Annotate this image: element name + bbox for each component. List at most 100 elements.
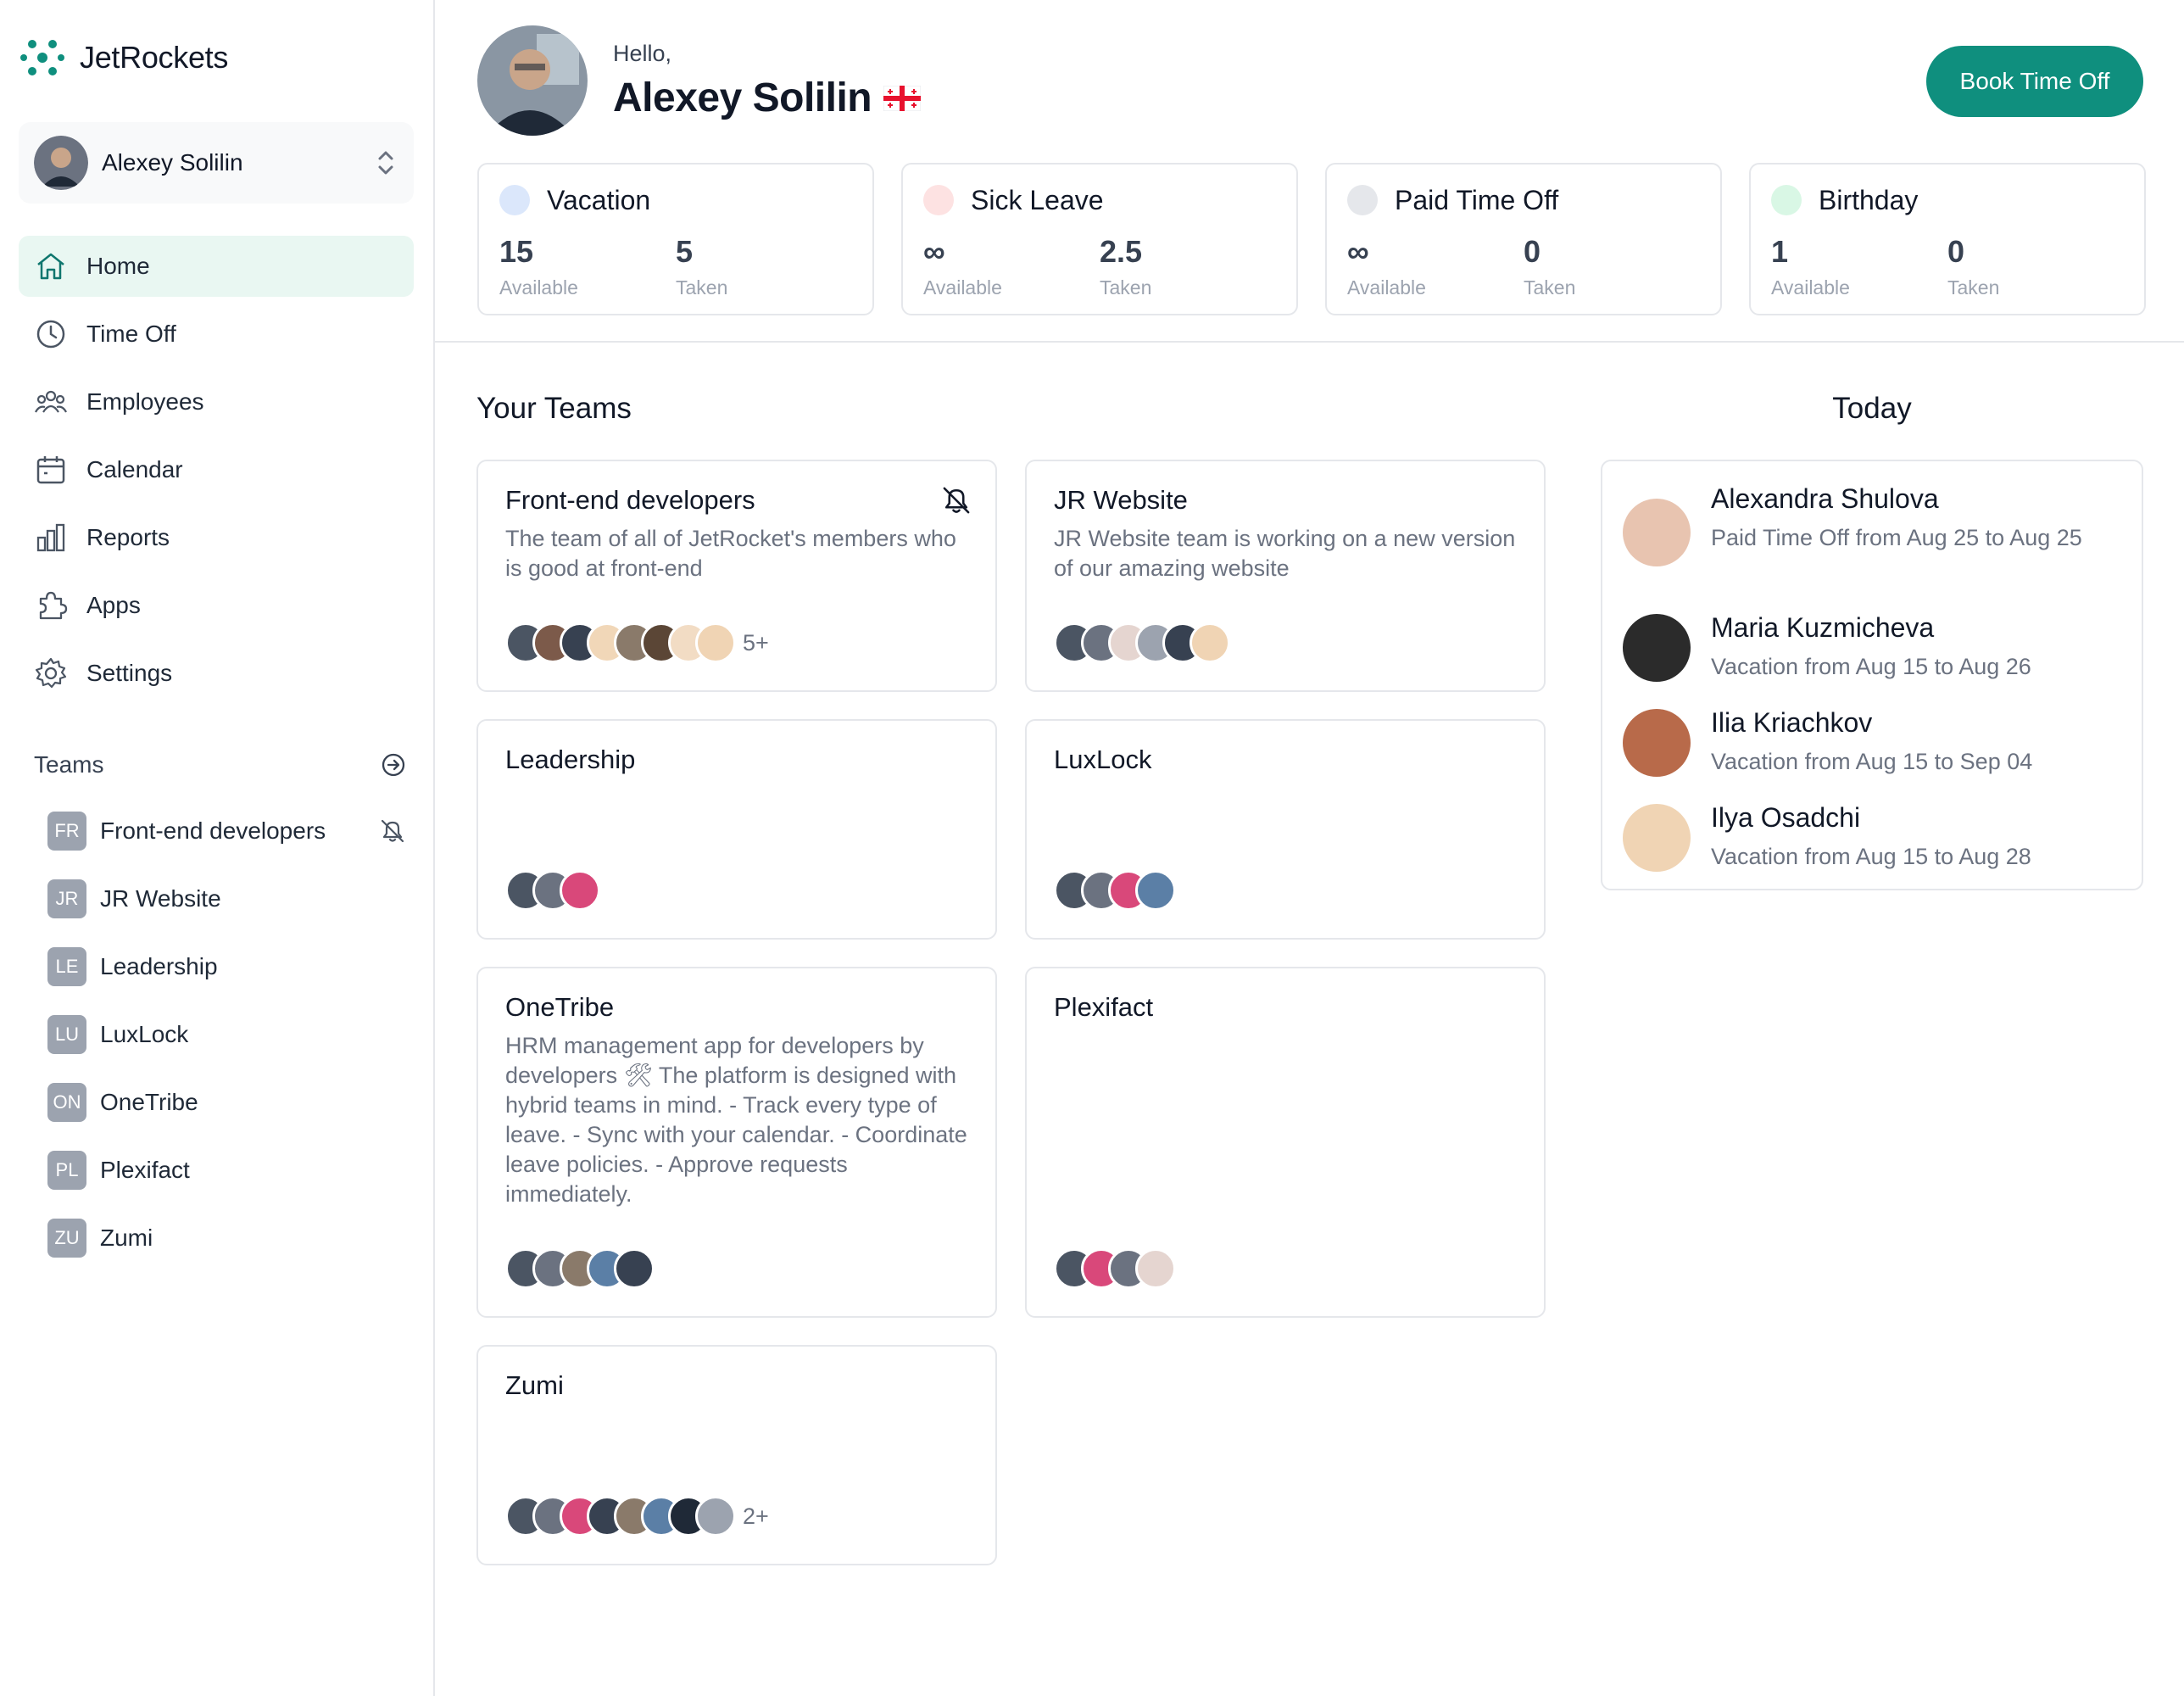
stat-taken-label: Taken [1524, 276, 1576, 298]
team-card-onetribe[interactable]: OneTribe HRM management app for develope… [476, 967, 997, 1318]
team-badge: ON [47, 1083, 86, 1122]
member-avatar[interactable] [695, 622, 736, 663]
person-name: Ilya Osadchi [1711, 802, 1861, 833]
stat-title: Birthday [1819, 185, 1919, 215]
team-card-front-end-developers[interactable]: Front-end developers The team of all of … [476, 460, 997, 692]
member-avatar[interactable] [614, 1248, 655, 1289]
stat-taken-value: 0 [1947, 234, 1965, 269]
team-name: Plexifact [100, 1157, 190, 1183]
stat-available-label: Available [1771, 276, 1850, 298]
bar-chart-icon [36, 523, 65, 552]
nav-item-home[interactable]: Home [19, 236, 414, 297]
person-time-off-detail: Vacation from Aug 15 to Sep 04 [1711, 749, 2033, 774]
member-avatars [1054, 1248, 1176, 1289]
person-time-off-detail: Paid Time Off from Aug 25 to Aug 25 [1711, 525, 2082, 550]
team-card-plexifact[interactable]: Plexifact [1025, 967, 1546, 1318]
member-avatar[interactable] [1135, 1248, 1176, 1289]
nav-item-reports[interactable]: Reports [19, 507, 414, 568]
nav-item-apps[interactable]: Apps [19, 575, 414, 636]
calendar-icon [36, 456, 65, 484]
team-name: Zumi [100, 1225, 153, 1251]
main-nav: Home Time Off Employees Calendar Reports… [19, 236, 414, 711]
member-avatar[interactable] [695, 1496, 736, 1537]
more-members-count: 5+ [743, 629, 769, 656]
stat-taken-label: Taken [1100, 276, 1152, 298]
stat-taken-value: 5 [676, 234, 694, 269]
stat-card-paid-time-off[interactable]: Paid Time Off ∞ 0 Available Taken [1325, 163, 1722, 315]
member-avatars: 5+ [505, 622, 769, 663]
stat-card-birthday[interactable]: Birthday 1 0 Available Taken [1749, 163, 2146, 315]
bell-off-icon[interactable] [939, 483, 973, 517]
stat-card-vacation[interactable]: Vacation 15 5 Available Taken [477, 163, 874, 315]
member-avatars [505, 1248, 655, 1289]
stat-title: Paid Time Off [1395, 185, 1559, 215]
sidebar-team-plexifact[interactable]: PL Plexifact [34, 1136, 407, 1204]
sidebar-team-leadership[interactable]: LE Leadership [34, 933, 407, 1001]
member-avatars [1054, 870, 1176, 911]
nav-item-time-off[interactable]: Time Off [19, 304, 414, 365]
stat-title: Sick Leave [971, 185, 1104, 215]
stat-available-label: Available [923, 276, 1002, 298]
brand-logo[interactable]: JetRockets [19, 34, 228, 81]
member-avatars: 2+ [505, 1496, 769, 1537]
stat-taken-value: 2.5 [1100, 234, 1143, 269]
user-full-name: Alexey Solilin [613, 75, 872, 120]
team-card-title: Zumi [505, 1370, 564, 1400]
arrow-circle-right-icon[interactable] [380, 751, 407, 778]
avatar [34, 136, 88, 190]
person-name: Alexandra Shulova [1711, 483, 1939, 514]
team-card-leadership[interactable]: Leadership [476, 719, 997, 940]
users-icon [35, 390, 67, 413]
person-time-off-detail: Vacation from Aug 15 to Aug 26 [1711, 654, 2031, 679]
avatar[interactable] [477, 25, 588, 136]
team-card-title: JR Website [1054, 485, 1188, 515]
team-card-title: Leadership [505, 745, 636, 774]
person-name: Ilia Kriachkov [1711, 707, 1873, 738]
team-badge: LU [47, 1015, 86, 1054]
avatar [1623, 709, 1691, 777]
nav-item-employees[interactable]: Employees [19, 371, 414, 432]
puzzle-icon [39, 591, 68, 620]
avatar [1623, 614, 1691, 682]
today-heading: Today [1832, 392, 1912, 425]
avatar [1623, 804, 1691, 872]
book-time-off-button[interactable]: Book Time Off [1926, 46, 2143, 117]
stat-taken-value: 0 [1524, 234, 1541, 269]
your-teams-heading: Your Teams [476, 392, 632, 425]
georgia-flag-icon [883, 85, 922, 111]
stat-available-value: 1 [1771, 234, 1789, 269]
stat-taken-label: Taken [676, 276, 728, 298]
page-header: Hello, Alexey Solilin Book Time Off Vaca… [435, 0, 2184, 343]
team-card-description: JR Website team is working on a new vers… [1054, 526, 1516, 581]
team-card-jr-website[interactable]: JR Website JR Website team is working on… [1025, 460, 1546, 692]
stat-available-label: Available [1347, 276, 1426, 298]
stat-available-value: ∞ [923, 234, 945, 269]
team-card-title: OneTribe [505, 992, 615, 1022]
sidebar-team-jr-website[interactable]: JR JR Website [34, 865, 407, 933]
stat-card-sick-leave[interactable]: Sick Leave ∞ 2.5 Available Taken [901, 163, 1298, 315]
today-panel: Alexandra Shulova Paid Time Off from Aug… [1601, 460, 2143, 890]
team-card-zumi[interactable]: Zumi 2+ [476, 1345, 997, 1565]
team-name: JR Website [100, 885, 221, 912]
team-card-luxlock[interactable]: LuxLock [1025, 719, 1546, 940]
team-card-title: Plexifact [1054, 992, 1154, 1022]
member-avatar[interactable] [1190, 622, 1230, 663]
team-name: Leadership [100, 953, 218, 979]
current-user-name: Alexey Solilin [102, 149, 243, 176]
sidebar: JetRockets Alexey Solilin Home Time Off … [0, 0, 435, 1696]
sidebar-team-zumi[interactable]: ZU Zumi [34, 1204, 407, 1272]
sidebar-team-luxlock[interactable]: LU LuxLock [34, 1001, 407, 1068]
team-badge: JR [47, 879, 86, 918]
bell-off-icon[interactable] [378, 817, 407, 845]
nav-item-settings[interactable]: Settings [19, 643, 414, 704]
team-badge: ZU [47, 1219, 86, 1258]
sidebar-team-front-end-developers[interactable]: FR Front-end developers [34, 797, 407, 865]
nav-item-label: Calendar [86, 456, 183, 483]
team-card-description: HRM management app for developers by dev… [505, 1033, 967, 1207]
sidebar-team-onetribe[interactable]: ON OneTribe [34, 1068, 407, 1136]
nav-item-calendar[interactable]: Calendar [19, 439, 414, 500]
member-avatar[interactable] [560, 870, 600, 911]
team-card-title: Front-end developers [505, 485, 755, 515]
member-avatar[interactable] [1135, 870, 1176, 911]
user-switcher[interactable]: Alexey Solilin [19, 122, 414, 204]
